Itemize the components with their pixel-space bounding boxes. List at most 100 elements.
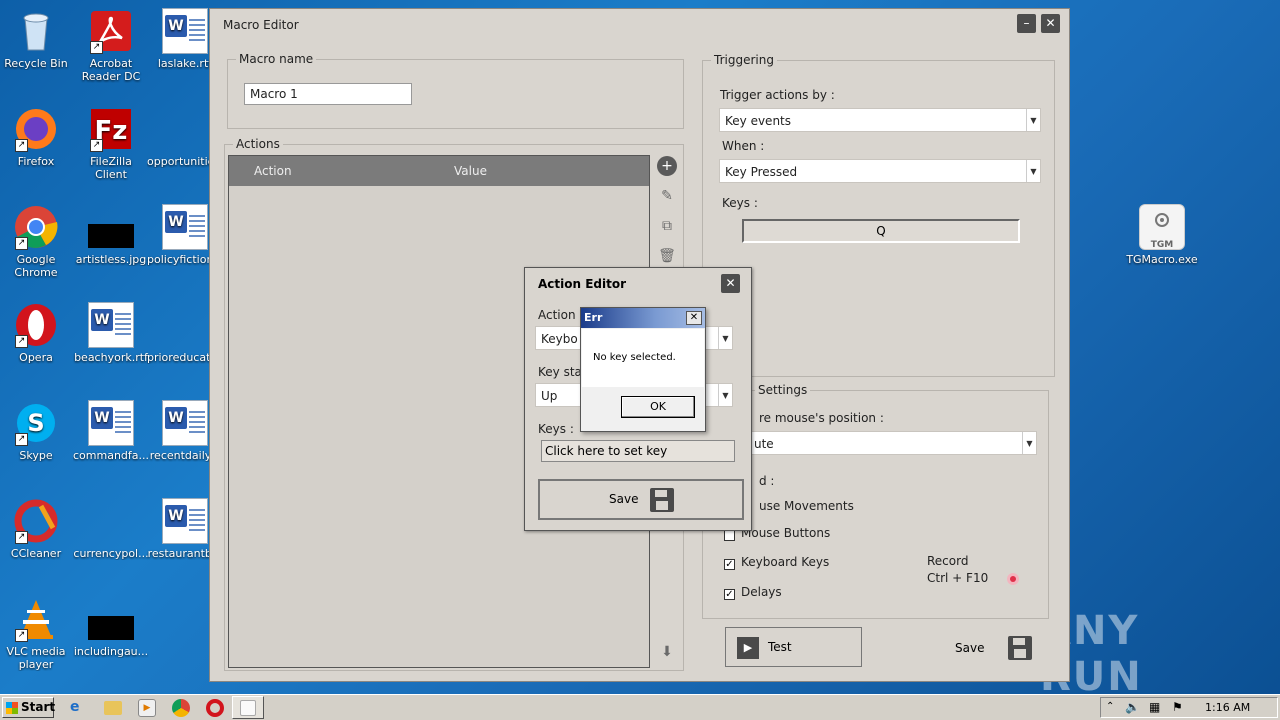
edit-action-icon[interactable]: ✎ (657, 186, 677, 206)
desktop-icon-label: Recycle Bin (4, 57, 68, 70)
save-button[interactable]: Save (945, 634, 1037, 664)
action-editor-close-button[interactable]: ✕ (721, 274, 740, 293)
delays-checkbox[interactable]: ✓ (724, 589, 735, 600)
error-message: No key selected. (593, 352, 676, 363)
trigger-by-select[interactable]: Key events ▼ (719, 108, 1041, 132)
trigger-key-value: Q (876, 224, 886, 238)
desktop-icon-label: TGMacro.exe (1126, 253, 1198, 266)
start-button[interactable]: Start (2, 697, 56, 718)
explorer-folder-icon[interactable] (104, 701, 122, 715)
desktop-icon-label: currencypol... (73, 547, 149, 560)
macro-name-input[interactable]: Macro 1 (244, 83, 412, 105)
shortcut-arrow-icon: ↗ (90, 139, 103, 152)
tgmacro-taskbar-button[interactable] (232, 696, 264, 719)
filezilla-icon: Fz ↗ (88, 106, 134, 152)
minimize-button[interactable]: – (1017, 14, 1036, 33)
action-center-flag-icon[interactable]: ⚑ (1172, 700, 1183, 714)
media-player-icon[interactable]: ▶ (138, 699, 156, 717)
when-label: When : (722, 139, 765, 153)
trigger-by-value: Key events (725, 114, 791, 128)
column-header-action[interactable]: Action (254, 164, 292, 178)
firefox-icon: ↗ (13, 106, 59, 152)
duplicate-action-icon[interactable]: ⧉ (657, 216, 677, 236)
blank-file-icon (88, 498, 134, 544)
opera-taskbar-icon[interactable] (206, 699, 224, 717)
word-document-icon: W (162, 8, 208, 54)
desktop-icon-label: FileZilla Client (90, 155, 132, 181)
tgmacro-icon: TGM (1139, 204, 1185, 250)
mouse-buttons-label[interactable]: Mouse Buttons (741, 526, 830, 540)
word-document-icon: W (88, 400, 134, 446)
ok-button[interactable]: OK (621, 396, 695, 418)
error-dialog-close-button[interactable]: ✕ (686, 311, 702, 325)
save-button-label: Save (955, 641, 985, 655)
shortcut-arrow-icon: ↗ (15, 629, 28, 642)
triggering-group: Triggering Trigger actions by : Key even… (702, 53, 1055, 377)
close-button[interactable]: ✕ (1041, 14, 1060, 33)
play-icon: ▶ (737, 637, 759, 659)
desktop-icon-tgmacro[interactable]: TGM TGMacro.exe (1124, 204, 1200, 266)
shortcut-arrow-icon: ↗ (15, 139, 28, 152)
action-editor-save-button[interactable]: Save (538, 479, 744, 520)
desktop-icon-recycle-bin[interactable]: Recycle Bin (0, 8, 74, 70)
floppy-disk-icon (650, 488, 674, 512)
desktop-icon-artistless[interactable]: artistless.jpg (73, 204, 149, 266)
record-indicator-icon[interactable] (1007, 573, 1019, 585)
network-icon[interactable]: ▦ (1149, 700, 1160, 714)
record-hint: Record (927, 554, 969, 568)
word-document-icon: W (162, 498, 208, 544)
record-hotkey: Ctrl + F10 (927, 571, 989, 585)
add-action-icon[interactable]: + (657, 156, 677, 176)
mouse-buttons-checkbox[interactable] (724, 530, 735, 541)
desktop-icon-ccleaner[interactable]: ↗ CCleaner (0, 498, 74, 560)
shortcut-arrow-icon: ↗ (15, 433, 28, 446)
trigger-key-field[interactable]: Q (742, 219, 1020, 243)
desktop-icon-vlc[interactable]: ↗ VLC media player (0, 596, 74, 671)
chrome-taskbar-icon[interactable] (172, 699, 190, 717)
tgmacro-icon-text: TGM (1150, 240, 1174, 250)
volume-icon[interactable]: 🔈 (1125, 700, 1140, 714)
error-dialog-title: Err (584, 311, 603, 324)
settings-group-label: Settings (755, 383, 811, 397)
desktop-icon-label: VLC media player (6, 645, 66, 671)
desktop-icon-currencypol[interactable]: currencypol... (73, 498, 149, 560)
desktop-icon-firefox[interactable]: ↗ Firefox (0, 106, 74, 168)
mouse-movements-label[interactable]: use Movements (759, 499, 854, 513)
desktop-icon-label: Opera (19, 351, 53, 364)
tgmacro-taskbar-icon (240, 700, 256, 716)
windows-logo-icon (6, 702, 18, 714)
desktop-icon-label: includingau... (73, 645, 149, 658)
clock[interactable]: 1:16 AM (1205, 701, 1250, 714)
delays-label[interactable]: Delays (741, 585, 782, 599)
chrome-icon: ↗ (13, 204, 59, 250)
keyboard-keys-label[interactable]: Keyboard Keys (741, 555, 829, 569)
set-key-field[interactable]: Click here to set key (541, 440, 735, 462)
desktop-icon-commandfa[interactable]: W commandfa... (73, 400, 149, 462)
desktop-icon-chrome[interactable]: ↗ Google Chrome (0, 204, 74, 279)
start-label: Start (21, 700, 56, 714)
desktop-icon-filezilla[interactable]: Fz ↗ FileZilla Client (73, 106, 149, 181)
vlc-icon: ↗ (13, 596, 59, 642)
desktop-icon-label: commandfa... (73, 449, 149, 462)
test-button-label: Test (768, 640, 792, 654)
desktop-icon-skype[interactable]: S ↗ Skype (0, 400, 74, 462)
desktop-icon-acrobat[interactable]: ↗ Acrobat Reader DC (73, 8, 149, 83)
desktop-icon-opera[interactable]: ↗ Opera (0, 302, 74, 364)
keyboard-keys-checkbox[interactable]: ✓ (724, 559, 735, 570)
ie-icon[interactable]: e (70, 699, 88, 717)
mouse-position-select[interactable]: ute ▼ (747, 431, 1037, 455)
opera-icon: ↗ (13, 302, 59, 348)
actions-table-header: Action Value (229, 156, 649, 186)
desktop-icon-label: artistless.jpg (75, 253, 147, 266)
show-hidden-icons-icon[interactable]: ⌃ (1106, 701, 1114, 712)
column-header-value[interactable]: Value (454, 164, 487, 178)
when-select[interactable]: Key Pressed ▼ (719, 159, 1041, 183)
test-button[interactable]: ▶ Test (725, 627, 862, 667)
triggering-group-label: Triggering (711, 53, 777, 67)
delete-action-icon[interactable]: 🗑 (657, 246, 677, 266)
move-down-icon[interactable]: ⬇ (657, 642, 677, 662)
chevron-down-icon: ▼ (1022, 432, 1036, 454)
svg-text:S: S (27, 409, 44, 437)
desktop-icon-includingau[interactable]: includingau... (73, 596, 149, 658)
desktop-icon-beachyork[interactable]: W beachyork.rtf (73, 302, 149, 364)
